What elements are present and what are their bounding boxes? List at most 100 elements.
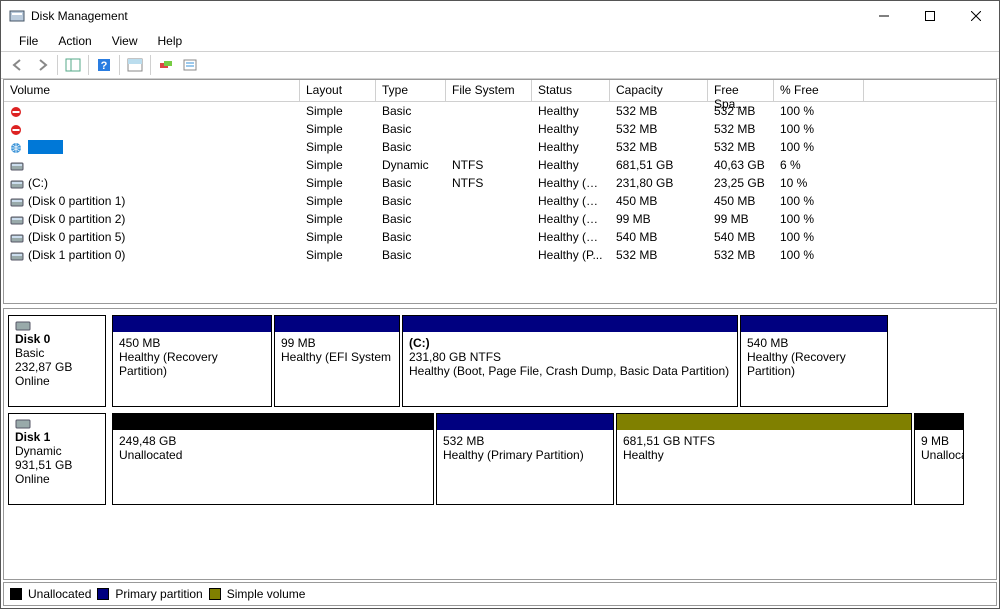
volume-pct: 10 %	[774, 176, 864, 190]
volume-row[interactable]: (C:)SimpleBasicNTFSHealthy (B...231,80 G…	[4, 174, 996, 192]
partition-size: 532 MB	[443, 434, 607, 448]
help-button[interactable]: ?	[93, 54, 115, 76]
partition-size: 99 MB	[281, 336, 393, 350]
volume-row[interactable]: (Disk 1 partition 0)SimpleBasicHealthy (…	[4, 246, 996, 264]
volume-free: 532 MB	[708, 248, 774, 262]
partition-status: Healthy (Boot, Page File, Crash Dump, Ba…	[409, 364, 731, 378]
legend-simple-label: Simple volume	[227, 587, 306, 601]
volume-row[interactable]: SimpleDynamicNTFSHealthy681,51 GB40,63 G…	[4, 156, 996, 174]
col-status[interactable]: Status	[532, 80, 610, 101]
legend-unallocated-swatch	[10, 588, 22, 600]
partition[interactable]: (C:)231,80 GB NTFSHealthy (Boot, Page Fi…	[402, 315, 738, 407]
volume-pct: 100 %	[774, 122, 864, 136]
volume-list-body[interactable]: SimpleBasicHealthy532 MB532 MB100 %Simpl…	[4, 102, 996, 303]
maximize-button[interactable]	[907, 1, 953, 31]
disk-label-box[interactable]: Disk 0Basic232,87 GBOnline	[8, 315, 106, 407]
volume-row[interactable]: SimpleBasicHealthy532 MB532 MB100 %	[4, 120, 996, 138]
menu-action[interactable]: Action	[50, 32, 99, 50]
menu-view[interactable]: View	[104, 32, 146, 50]
volume-free: 450 MB	[708, 194, 774, 208]
forward-button[interactable]	[31, 54, 53, 76]
col-type[interactable]: Type	[376, 80, 446, 101]
col-fs[interactable]: File System	[446, 80, 532, 101]
partition[interactable]: 540 MBHealthy (Recovery Partition)	[740, 315, 888, 407]
col-free[interactable]: Free Spa...	[708, 80, 774, 101]
legend-unallocated-label: Unallocated	[28, 587, 91, 601]
disk-label-box[interactable]: Disk 1Dynamic931,51 GBOnline	[8, 413, 106, 505]
volume-layout: Simple	[300, 104, 376, 118]
menu-file[interactable]: File	[11, 32, 46, 50]
volume-name: (C:)	[28, 176, 48, 190]
partition-status: Healthy (EFI System	[281, 350, 393, 364]
disk-row: Disk 1Dynamic931,51 GBOnline249,48 GBUna…	[8, 413, 992, 505]
volume-row[interactable]: (Disk 0 partition 1)SimpleBasicHealthy (…	[4, 192, 996, 210]
volume-list-pane: Volume Layout Type File System Status Ca…	[3, 79, 997, 304]
partition[interactable]: 99 MBHealthy (EFI System	[274, 315, 400, 407]
graphical-view-pane[interactable]: Disk 0Basic232,87 GBOnline450 MBHealthy …	[3, 308, 997, 580]
volume-status: Healthy (P...	[532, 248, 610, 262]
col-capacity[interactable]: Capacity	[610, 80, 708, 101]
volume-status: Healthy	[532, 104, 610, 118]
volume-row[interactable]: (Disk 0 partition 5)SimpleBasicHealthy (…	[4, 228, 996, 246]
volume-layout: Simple	[300, 140, 376, 154]
partition-stripe	[275, 316, 399, 332]
close-button[interactable]	[953, 1, 999, 31]
window-controls	[861, 1, 999, 31]
volume-icon	[10, 232, 24, 244]
back-button[interactable]	[7, 54, 29, 76]
content-area: Volume Layout Type File System Status Ca…	[1, 79, 999, 608]
volume-capacity: 532 MB	[610, 140, 708, 154]
settings-button[interactable]	[155, 54, 177, 76]
disk-type: Basic	[15, 346, 99, 360]
partition-body: 9 MBUnalloca	[915, 430, 963, 504]
partition[interactable]: 249,48 GBUnallocated	[112, 413, 434, 505]
partition-body: 450 MBHealthy (Recovery Partition)	[113, 332, 271, 406]
volume-row[interactable]: SimpleBasicHealthy532 MB532 MB100 %	[4, 102, 996, 120]
legend-primary-label: Primary partition	[115, 587, 202, 601]
partition-size: 681,51 GB NTFS	[623, 434, 905, 448]
volume-capacity: 532 MB	[610, 122, 708, 136]
properties-button[interactable]	[179, 54, 201, 76]
volume-row[interactable]: (Disk 0 partition 2)SimpleBasicHealthy (…	[4, 210, 996, 228]
volume-layout: Simple	[300, 176, 376, 190]
col-pct[interactable]: % Free	[774, 80, 864, 101]
partition-status: Healthy (Recovery Partition)	[119, 350, 265, 378]
view-top-button[interactable]	[124, 54, 146, 76]
menu-help[interactable]: Help	[150, 32, 191, 50]
volume-name: (Disk 1 partition 0)	[28, 248, 125, 262]
volume-capacity: 450 MB	[610, 194, 708, 208]
volume-layout: Simple	[300, 194, 376, 208]
legend-simple-swatch	[209, 588, 221, 600]
menu-bar: File Action View Help	[1, 31, 999, 51]
volume-layout: Simple	[300, 158, 376, 172]
volume-status: Healthy (R...	[532, 230, 610, 244]
partition[interactable]: 681,51 GB NTFSHealthy	[616, 413, 912, 505]
partition-stripe	[741, 316, 887, 332]
partition-status: Unalloca	[921, 448, 957, 462]
volume-pct: 6 %	[774, 158, 864, 172]
partition-body: (C:)231,80 GB NTFSHealthy (Boot, Page Fi…	[403, 332, 737, 406]
volume-name: (Disk 0 partition 1)	[28, 194, 125, 208]
partition-size: 231,80 GB NTFS	[409, 350, 731, 364]
col-layout[interactable]: Layout	[300, 80, 376, 101]
volume-icon	[10, 124, 24, 136]
title-bar: Disk Management	[1, 1, 999, 31]
show-hide-tree-button[interactable]	[62, 54, 84, 76]
partition[interactable]: 532 MBHealthy (Primary Partition)	[436, 413, 614, 505]
minimize-button[interactable]	[861, 1, 907, 31]
app-window: Disk Management File Action View Help ? …	[0, 0, 1000, 609]
volume-status: Healthy (R...	[532, 194, 610, 208]
partition-size: 450 MB	[119, 336, 265, 350]
volume-row[interactable]: SimpleBasicHealthy532 MB532 MB100 %	[4, 138, 996, 156]
partition-stripe	[113, 316, 271, 332]
volume-free: 99 MB	[708, 212, 774, 226]
disk-status: Online	[15, 472, 99, 486]
col-volume[interactable]: Volume	[4, 80, 300, 101]
volume-layout: Simple	[300, 230, 376, 244]
partition[interactable]: 9 MBUnalloca	[914, 413, 964, 505]
partition-status: Healthy (Recovery Partition)	[747, 350, 881, 378]
volume-free: 540 MB	[708, 230, 774, 244]
volume-capacity: 532 MB	[610, 104, 708, 118]
app-icon	[9, 8, 25, 24]
partition[interactable]: 450 MBHealthy (Recovery Partition)	[112, 315, 272, 407]
